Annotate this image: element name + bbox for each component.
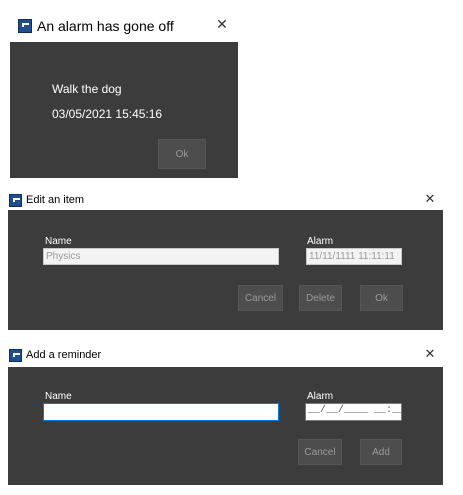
edit-dialog-titlebar: Edit an item ✕ <box>8 190 443 210</box>
edit-ok-button[interactable]: Ok <box>360 285 403 311</box>
alarm-dialog: An alarm has gone off ✕ Walk the dog 03/… <box>10 10 238 178</box>
add-cancel-button[interactable]: Cancel <box>298 439 342 465</box>
app-icon <box>9 194 22 207</box>
add-name-label: Name <box>45 391 72 402</box>
edit-alarm-label: Alarm <box>307 236 334 247</box>
edit-dialog-body: Name Alarm Cancel Delete Ok <box>8 210 443 330</box>
alarm-dialog-titlebar: An alarm has gone off ✕ <box>10 10 238 42</box>
alarm-ok-button[interactable]: Ok <box>158 139 206 169</box>
add-dialog-title: Add a reminder <box>26 349 102 361</box>
edit-item-dialog: Edit an item ✕ Name Alarm Cancel Delete … <box>8 190 443 330</box>
edit-cancel-button[interactable]: Cancel <box>238 285 283 311</box>
edit-alarm-input[interactable] <box>306 248 402 265</box>
app-icon <box>9 349 22 362</box>
edit-delete-button[interactable]: Delete <box>299 285 342 311</box>
alarm-datetime: 03/05/2021 15:45:16 <box>52 107 163 121</box>
edit-name-label: Name <box>45 236 72 247</box>
alarm-dialog-close-icon[interactable]: ✕ <box>214 18 230 32</box>
add-dialog-titlebar: Add a reminder ✕ <box>8 345 443 367</box>
add-dialog-close-icon[interactable]: ✕ <box>422 348 438 361</box>
edit-dialog-title: Edit an item <box>26 194 85 206</box>
alarm-dialog-body: Walk the dog 03/05/2021 15:45:16 Ok <box>10 42 238 178</box>
add-reminder-dialog: Add a reminder ✕ Name Alarm __/__/____ _… <box>8 345 443 485</box>
add-alarm-masked-input[interactable]: __/__/____ __:__:__ <box>305 403 402 421</box>
edit-dialog-close-icon[interactable]: ✕ <box>422 193 438 206</box>
add-dialog-body: Name Alarm __/__/____ __:__:__ Cancel Ad… <box>8 367 443 485</box>
add-name-input[interactable] <box>43 403 279 421</box>
add-add-button[interactable]: Add <box>360 439 402 465</box>
alarm-message: Walk the dog <box>52 82 122 96</box>
alarm-dialog-title: An alarm has gone off <box>37 18 174 34</box>
add-alarm-label: Alarm <box>307 391 334 402</box>
edit-name-input[interactable] <box>43 248 279 265</box>
app-icon <box>18 19 32 33</box>
